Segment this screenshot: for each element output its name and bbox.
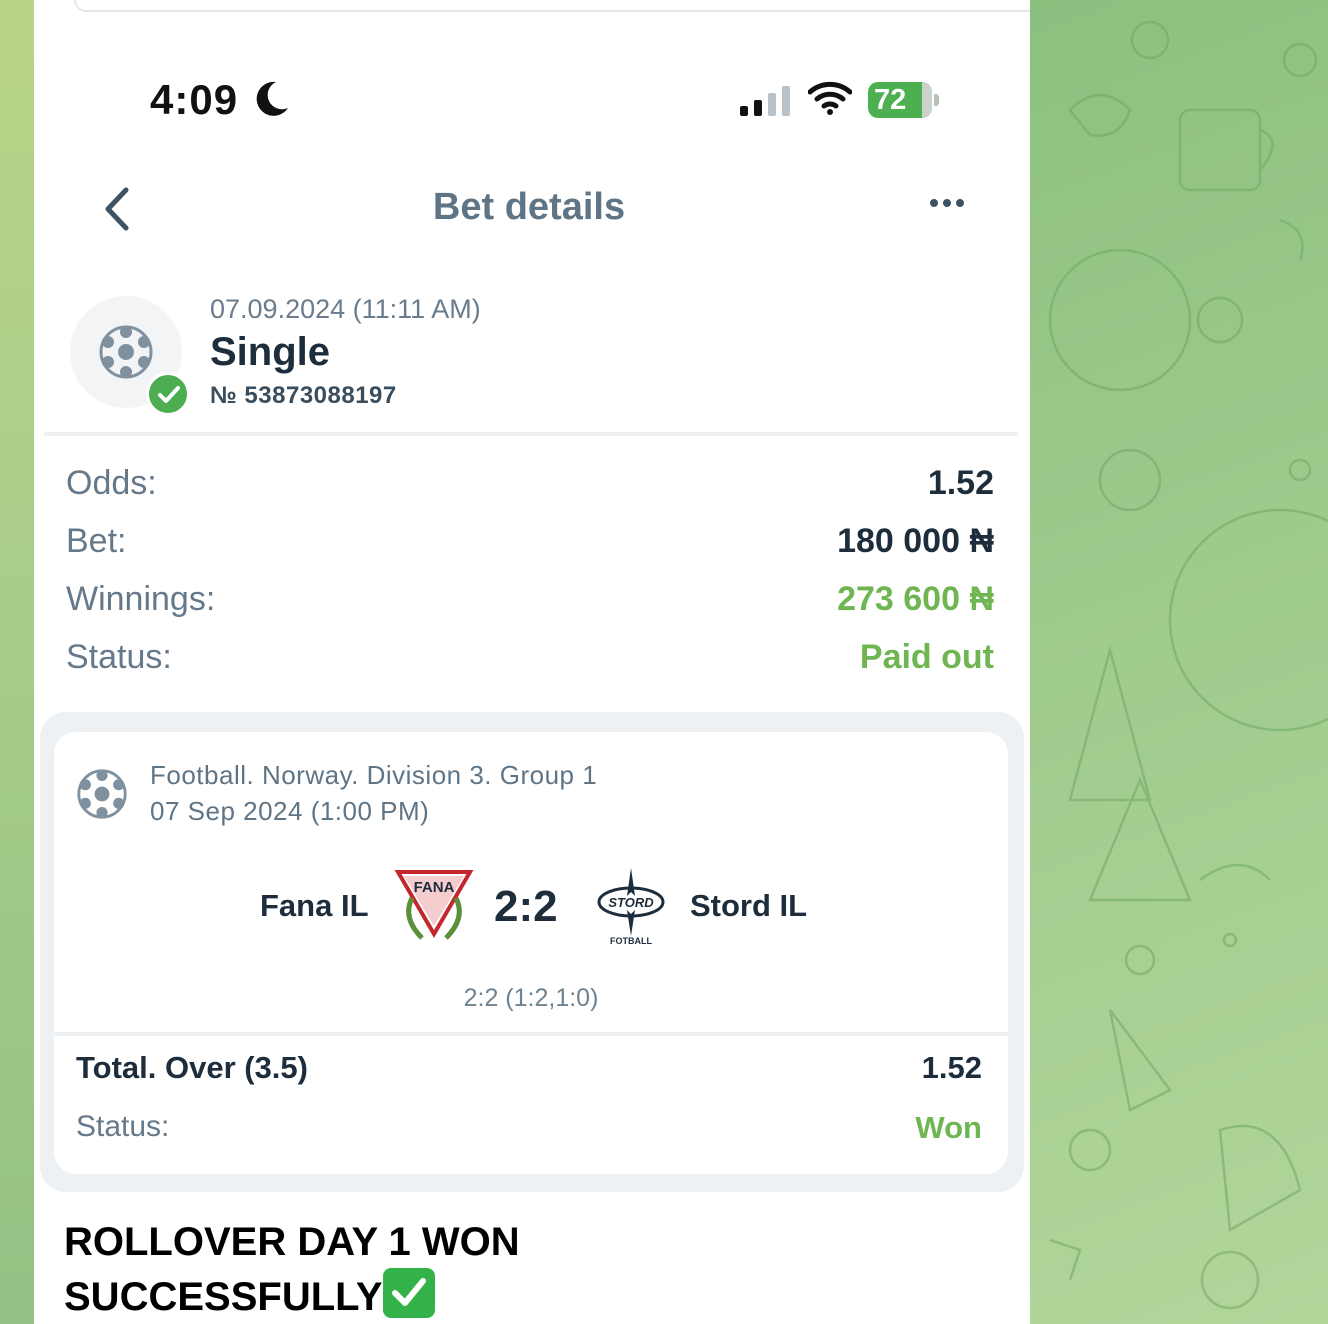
moon-icon	[256, 81, 288, 116]
market-odds: 1.52	[921, 1050, 982, 1085]
event-date: 07 Sep 2024 (1:00 PM)	[150, 796, 430, 826]
battery-tip	[934, 94, 939, 106]
home-team-logo: FANA	[394, 870, 474, 940]
home-team-name: Fana IL	[260, 888, 369, 923]
battery-icon: 72	[868, 82, 932, 118]
chat-background-pattern	[1030, 0, 1328, 1324]
football-icon	[77, 769, 127, 819]
event-status-label: Status:	[76, 1110, 170, 1143]
odds-label: Odds:	[66, 464, 157, 502]
match-score: 2:2	[494, 882, 558, 931]
league-name: Football. Norway. Division 3. Group 1	[150, 760, 598, 790]
football-icon	[99, 325, 153, 379]
odds-value: 1.52	[927, 464, 994, 502]
winnings-label: Winnings:	[66, 580, 216, 618]
cellular-signal-icon	[740, 86, 790, 116]
winnings-value: 273 600 ₦	[837, 580, 994, 618]
bet-number: № 53873088197	[210, 382, 397, 409]
bet-label: Bet:	[66, 522, 127, 560]
status-label: Status:	[66, 638, 172, 676]
chevron-left-icon[interactable]	[98, 186, 138, 232]
home-logo-text: FANA	[414, 879, 455, 896]
wifi-icon	[808, 81, 852, 115]
more-horizontal-icon[interactable]	[930, 194, 978, 218]
away-logo-text: STORD	[608, 895, 654, 910]
status-time: 4:09	[150, 76, 239, 123]
message-caption: ROLLOVER DAY 1 WON SUCCESSFULLY	[64, 1216, 664, 1323]
caption-line-2: SUCCESSFULLY	[64, 1275, 383, 1319]
battery-level: 72	[874, 84, 907, 116]
bet-date: 07.09.2024 (11:11 AM)	[210, 294, 481, 324]
detailed-score: 2:2 (1:2,1:0)	[463, 984, 599, 1012]
divider	[54, 1032, 1008, 1036]
away-logo-subtext: FOTBALL	[610, 936, 652, 946]
page-title: Bet details	[432, 186, 626, 228]
status-value: Paid out	[859, 638, 994, 676]
market-name: Total. Over (3.5)	[76, 1050, 308, 1085]
divider	[44, 432, 1018, 436]
bet-value: 180 000 ₦	[837, 522, 994, 560]
caption-line-1: ROLLOVER DAY 1 WON	[64, 1220, 520, 1264]
event-status-value: Won	[915, 1110, 982, 1145]
away-team-logo: STORD FOTBALL	[597, 868, 665, 946]
event-card[interactable]: Football. Norway. Division 3. Group 1 07…	[54, 732, 1008, 1174]
chat-background-left	[0, 0, 34, 1324]
check-mark-emoji-icon	[382, 1268, 435, 1318]
bet-details-screen: 4:09 72 Bet details 07.09.2024 (11:11 AM…	[34, 0, 1030, 1324]
bet-type: Single	[210, 330, 331, 374]
away-team-name: Stord IL	[690, 888, 808, 923]
previous-message-edge	[74, 0, 1030, 12]
checkmark-badge-icon	[146, 372, 190, 416]
